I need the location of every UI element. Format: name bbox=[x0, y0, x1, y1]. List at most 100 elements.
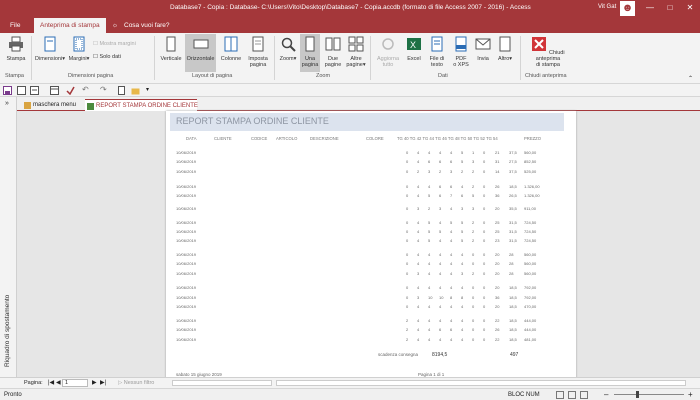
cell-value: 4 bbox=[417, 285, 420, 290]
horizontal-scrollbar[interactable] bbox=[172, 380, 272, 386]
cell-value: 0 bbox=[483, 252, 486, 257]
divider bbox=[370, 36, 371, 80]
cell-value: 0 bbox=[406, 261, 409, 266]
portrait-button[interactable]: Verticale bbox=[158, 36, 184, 62]
margins-button[interactable]: Margini▾ bbox=[67, 36, 91, 62]
cell-value: 0 bbox=[406, 159, 409, 164]
cell-value: 4 bbox=[428, 327, 431, 332]
view-icon[interactable] bbox=[556, 391, 564, 399]
cell-price: 560,00 bbox=[524, 252, 537, 257]
totals-label: scadenza consegna bbox=[378, 352, 419, 357]
email-button[interactable]: Invia bbox=[473, 36, 493, 62]
doc-tab-maschera[interactable]: maschera menu bbox=[22, 99, 84, 111]
email-icon bbox=[475, 38, 491, 50]
redo-icon[interactable]: ↷ bbox=[100, 85, 107, 94]
landscape-button[interactable]: Orizzontale bbox=[185, 34, 216, 72]
one-page-button[interactable]: Una pagina bbox=[300, 34, 320, 72]
page-number-input[interactable]: 1 bbox=[62, 379, 88, 387]
last-page-icon[interactable]: ▶| bbox=[100, 379, 106, 386]
maximize-icon[interactable]: □ bbox=[665, 3, 675, 13]
more-button[interactable]: Altro▾ bbox=[495, 36, 515, 62]
table-icon[interactable] bbox=[50, 86, 59, 95]
first-page-icon[interactable]: |◀ bbox=[48, 379, 54, 386]
report-icon[interactable] bbox=[30, 86, 39, 95]
view-icon[interactable] bbox=[568, 391, 576, 399]
zoom-out-icon[interactable]: – bbox=[604, 390, 608, 399]
zoom-button[interactable]: Zoom▾ bbox=[278, 36, 298, 62]
cell-value: 22 bbox=[495, 318, 500, 323]
avatar-icon[interactable]: ☻ bbox=[620, 1, 635, 16]
cell-date: 10/06/2019 bbox=[176, 238, 197, 243]
size-button[interactable]: Dimensioni▾ bbox=[35, 36, 65, 62]
collapse-ribbon-icon[interactable]: ⌃ bbox=[688, 75, 693, 82]
cell-value: 4 bbox=[439, 285, 442, 290]
navigation-pane[interactable]: » Riquadro di spostamento bbox=[0, 97, 17, 377]
cell-price: 1.326,00 bbox=[524, 193, 540, 198]
table-row: 10/06/2019 0 4 5 4 4 5 2 0 23 31,5 724,50 bbox=[176, 238, 566, 244]
pdf-button[interactable]: PDF o XPS bbox=[450, 36, 472, 68]
cell-value: 4 bbox=[439, 304, 442, 309]
refresh-all-button[interactable]: Aggiorna tutto bbox=[374, 36, 402, 68]
page-setup-button[interactable]: Imposta pagina bbox=[245, 36, 271, 68]
cell-value: 31 bbox=[495, 159, 500, 164]
cell-date: 10/06/2019 bbox=[176, 252, 197, 257]
print-button[interactable]: Stampa bbox=[4, 36, 28, 62]
cell-value: 5 bbox=[450, 220, 453, 225]
save-icon[interactable] bbox=[3, 86, 12, 95]
cell-value: 0 bbox=[483, 327, 486, 332]
cell-value: 2 bbox=[472, 169, 475, 174]
no-filter-button[interactable]: ▷ Nessun filtro bbox=[118, 380, 154, 386]
undo-icon[interactable]: ↶ bbox=[82, 85, 89, 94]
customize-qat-icon[interactable]: ▾ bbox=[146, 86, 149, 93]
horizontal-scrollbar-track[interactable] bbox=[276, 380, 686, 386]
cell-value: 4 bbox=[450, 150, 453, 155]
zoom-slider[interactable] bbox=[614, 394, 684, 395]
cell-value: 3 bbox=[461, 271, 464, 276]
cell-value: 0 bbox=[483, 193, 486, 198]
check-icon[interactable] bbox=[66, 86, 75, 95]
cell-value: 2 bbox=[406, 337, 409, 342]
cell-date: 10/06/2019 bbox=[176, 150, 197, 155]
tab-file[interactable]: File bbox=[10, 18, 20, 33]
cell-value: 0 bbox=[483, 295, 486, 300]
page-size-icon bbox=[44, 36, 56, 52]
prev-page-icon[interactable]: ◀ bbox=[56, 379, 61, 386]
cell-value: 4 bbox=[450, 318, 453, 323]
cell-value: 0 bbox=[472, 285, 475, 290]
view-icon[interactable] bbox=[580, 391, 588, 399]
tab-anteprima[interactable]: Anteprima di stampa bbox=[34, 18, 106, 33]
zoom-in-icon[interactable]: + bbox=[688, 390, 693, 399]
doc-tab-report[interactable]: REPORT STAMPA ORDINE CLIENTE bbox=[85, 99, 198, 111]
two-pages-icon bbox=[325, 37, 341, 51]
open-folder-icon[interactable] bbox=[131, 86, 140, 95]
expand-nav-icon[interactable]: » bbox=[5, 100, 9, 107]
cell-value: 8 bbox=[450, 295, 453, 300]
lightbulb-icon[interactable]: ☼ bbox=[112, 18, 118, 33]
new-icon[interactable] bbox=[117, 86, 126, 95]
form-tab-icon bbox=[24, 102, 31, 109]
col-taglie: TG 40 TG 42 TG 44 TG 46 TG 48 TG 50 TG 5… bbox=[397, 136, 498, 141]
cell-value: 36 bbox=[495, 295, 500, 300]
two-pages-button[interactable]: Due pagine bbox=[322, 36, 344, 68]
show-margins-label: Mostra margini bbox=[99, 41, 136, 47]
cell-value: 3 bbox=[472, 206, 475, 211]
user-name[interactable]: Vit Gat bbox=[598, 4, 616, 10]
text-file-button[interactable]: File di testo bbox=[426, 36, 448, 68]
excel-button[interactable]: X Excel bbox=[404, 36, 424, 62]
form-icon[interactable] bbox=[17, 86, 26, 95]
more-pages-button[interactable]: Altre pagine▾ bbox=[345, 36, 367, 68]
cell-value: 2 bbox=[472, 229, 475, 234]
columns-button[interactable]: Colonne bbox=[218, 36, 244, 62]
close-icon[interactable]: ✕ bbox=[685, 3, 695, 13]
data-only-checkbox[interactable]: ☐ Solo dati bbox=[93, 54, 133, 60]
show-margins-checkbox[interactable]: ☐ Mostra margini bbox=[93, 41, 153, 47]
minimize-icon[interactable]: — bbox=[645, 3, 655, 13]
report-header: REPORT STAMPA ORDINE CLIENTE bbox=[170, 113, 564, 131]
cell-value: 0 bbox=[472, 252, 475, 257]
cell-value: 18,5 bbox=[509, 337, 517, 342]
next-page-icon[interactable]: ▶ bbox=[92, 379, 97, 386]
tell-me-input[interactable]: Cosa vuoi fare? bbox=[124, 18, 170, 33]
close-preview-button[interactable]: Chiudi anteprima di stampa bbox=[523, 36, 573, 68]
zoom-slider-thumb[interactable] bbox=[636, 391, 639, 398]
pdf-icon bbox=[455, 36, 467, 52]
